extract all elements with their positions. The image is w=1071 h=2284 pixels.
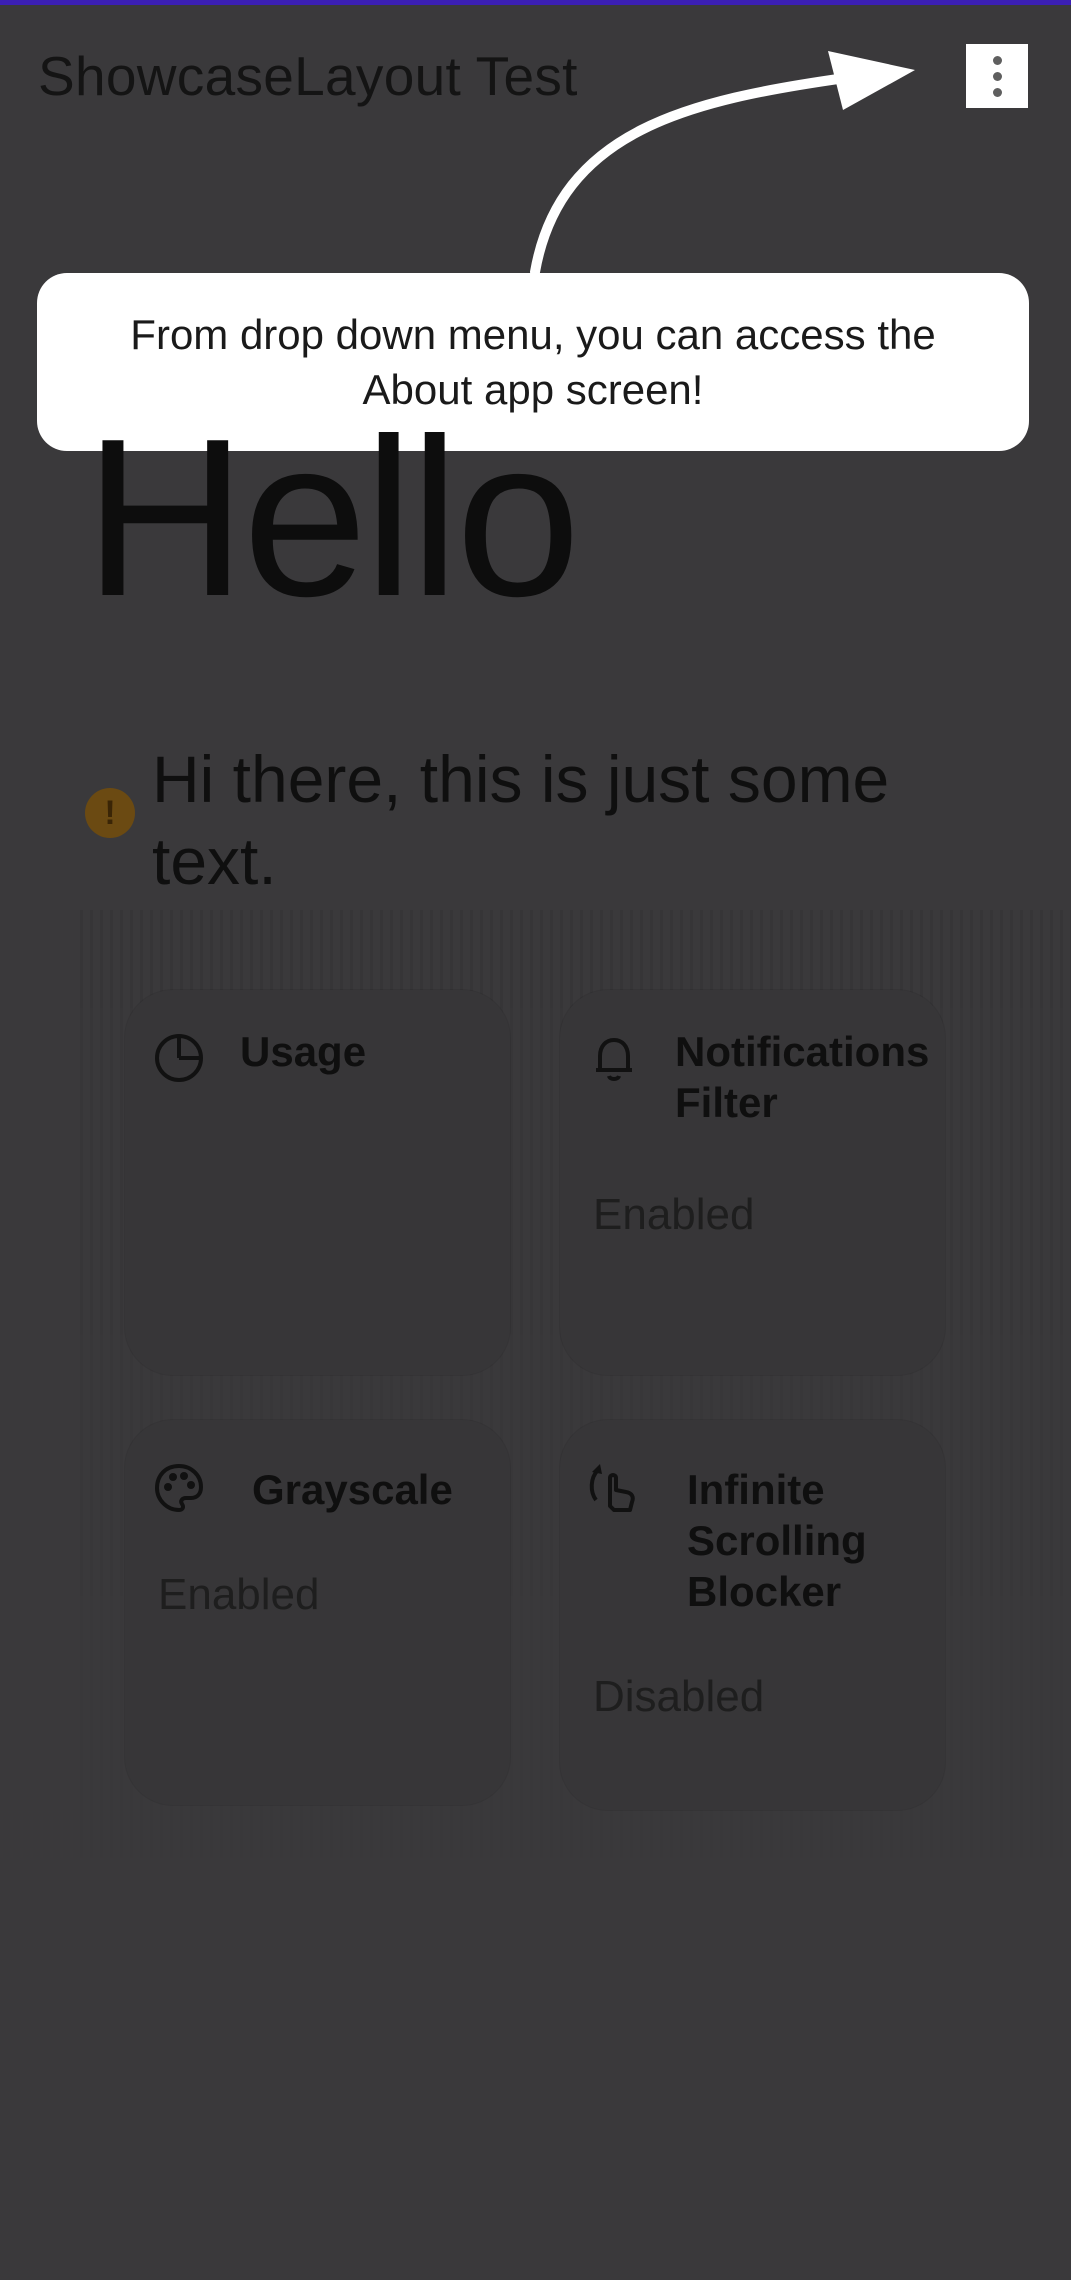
card-notifications-filter[interactable]: Notifications Filter Enabled xyxy=(560,990,945,1375)
pie-chart-icon xyxy=(155,1034,203,1082)
card-title: Grayscale xyxy=(252,1466,453,1513)
swipe-icon xyxy=(589,1464,635,1512)
card-status: Enabled xyxy=(158,1570,320,1619)
hello-heading: Hello xyxy=(84,391,581,643)
navigation-bar-edge xyxy=(0,2280,1071,2284)
bell-icon xyxy=(596,1038,632,1081)
card-status: Enabled xyxy=(593,1190,755,1239)
intro-text: Hi there, this is just some text. xyxy=(152,742,890,898)
card-status: Disabled xyxy=(593,1672,765,1721)
card-usage[interactable]: Usage xyxy=(125,990,510,1375)
card-title: Usage xyxy=(240,1028,367,1075)
palette-icon xyxy=(154,1463,204,1513)
card-title: Notifications Filter xyxy=(675,1028,930,1126)
showcase-arrow xyxy=(530,51,915,277)
card-infinite-scrolling-blocker[interactable]: Infinite Scrolling Blocker Disabled xyxy=(560,1420,945,1810)
card-grayscale[interactable]: Grayscale Enabled xyxy=(125,1420,510,1805)
warning-icon: ! xyxy=(85,788,135,838)
card-title: Infinite Scrolling Blocker xyxy=(687,1466,867,1615)
